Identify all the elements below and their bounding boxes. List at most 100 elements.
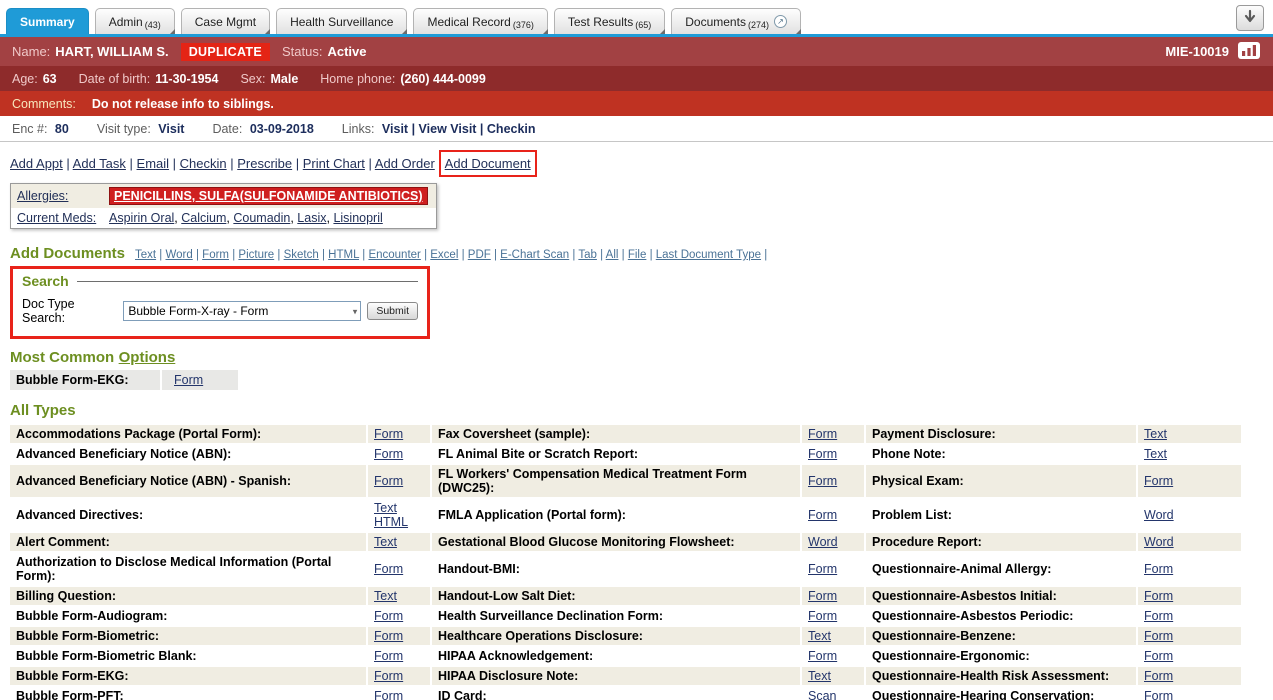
submit-button[interactable]: Submit: [367, 302, 418, 320]
tab-health-surveillance[interactable]: Health Surveillance: [276, 8, 407, 34]
add-doc-link-pdf[interactable]: PDF: [468, 249, 491, 261]
action-link-add-task[interactable]: Add Task: [73, 156, 126, 171]
separator: |: [63, 156, 73, 171]
visit-type-pair: Visit type: Visit: [97, 122, 185, 136]
encounter-link-view-visit[interactable]: View Visit: [419, 122, 477, 136]
add-doc-link-word[interactable]: Word: [166, 249, 193, 261]
doc-link-form[interactable]: Form: [374, 649, 403, 663]
tab-medical-record[interactable]: Medical Record(376): [413, 8, 547, 34]
doc-link-form[interactable]: Form: [374, 562, 403, 576]
med-link-lasix[interactable]: Lasix: [297, 211, 326, 225]
separator: |: [193, 249, 202, 261]
doc-link-form[interactable]: Form: [374, 474, 403, 488]
add-doc-link-tab[interactable]: Tab: [578, 249, 597, 261]
doc-link-form[interactable]: Form: [808, 508, 837, 522]
doc-link-text[interactable]: Text: [808, 629, 831, 643]
doc-type-label: Advanced Beneficiary Notice (ABN):: [10, 445, 368, 465]
add-doc-link-picture[interactable]: Picture: [238, 249, 274, 261]
doc-link-form[interactable]: Form: [1144, 474, 1173, 488]
add-doc-link-e-chart-scan[interactable]: E-Chart Scan: [500, 249, 569, 261]
doc-link-form[interactable]: Form: [374, 629, 403, 643]
add-doc-link-sketch[interactable]: Sketch: [284, 249, 319, 261]
med-link-calcium[interactable]: Calcium: [181, 211, 226, 225]
doc-link-form[interactable]: Form: [808, 609, 837, 623]
add-doc-link-html[interactable]: HTML: [328, 249, 359, 261]
allergy-value-link[interactable]: PENICILLINS, SULFA(SULFONAMIDE ANTIBIOTI…: [109, 187, 428, 205]
doc-link-word[interactable]: Word: [1144, 508, 1174, 522]
doc-link-form[interactable]: Form: [1144, 689, 1173, 700]
action-link-checkin[interactable]: Checkin: [180, 156, 227, 171]
tab-summary[interactable]: Summary: [6, 8, 89, 34]
doc-link-form[interactable]: Form: [808, 562, 837, 576]
dob-value: 11-30-1954: [155, 72, 218, 86]
tab-documents[interactable]: Documents(274)↗: [671, 8, 801, 34]
popout-icon[interactable]: ↗: [774, 15, 787, 28]
action-link-add-document[interactable]: Add Document: [445, 156, 531, 171]
doc-link-form[interactable]: Form: [1144, 629, 1173, 643]
encounter-link-visit[interactable]: Visit: [382, 122, 408, 136]
action-link-add-appt[interactable]: Add Appt: [10, 156, 63, 171]
doc-link-form[interactable]: Form: [1144, 562, 1173, 576]
doc-type-label: Physical Exam:: [866, 465, 1138, 499]
tab-test-results[interactable]: Test Results(65): [554, 8, 665, 34]
doc-type-label: Bubble Form-Audiogram:: [10, 607, 368, 627]
action-link-email[interactable]: Email: [137, 156, 170, 171]
doc-type-label: Bubble Form-PFT:: [10, 687, 368, 700]
doc-type-table: Accommodations Package (Portal Form):For…: [10, 425, 1243, 700]
med-link-coumadin[interactable]: Coumadin: [233, 211, 290, 225]
add-doc-link-all[interactable]: All: [606, 249, 619, 261]
doc-type-label: Questionnaire-Animal Allergy:: [866, 553, 1138, 587]
doc-link-form[interactable]: Form: [1144, 649, 1173, 663]
add-doc-link-excel[interactable]: Excel: [430, 249, 458, 261]
med-link-aspirin-oral[interactable]: Aspirin Oral: [109, 211, 174, 225]
encounter-link-checkin[interactable]: Checkin: [487, 122, 536, 136]
doc-type-actions: Form: [802, 587, 866, 607]
doc-link-form[interactable]: Form: [374, 427, 403, 441]
doc-link-scan[interactable]: Scan: [808, 689, 837, 700]
med-link-lisinopril[interactable]: Lisinopril: [333, 211, 382, 225]
add-doc-link-file[interactable]: File: [628, 249, 647, 261]
add-doc-link-last-document-type[interactable]: Last Document Type: [656, 249, 761, 261]
add-documents-header: Add Documents Text | Word | Form | Pictu…: [10, 245, 1263, 262]
doc-link-form[interactable]: Form: [808, 649, 837, 663]
doc-type-search-input[interactable]: [123, 301, 361, 321]
action-link-print-chart[interactable]: Print Chart: [303, 156, 365, 171]
add-doc-link-text[interactable]: Text: [135, 249, 156, 261]
collapse-panel-button[interactable]: [1236, 5, 1264, 31]
doc-link-html[interactable]: HTML: [374, 515, 408, 529]
doc-link-word[interactable]: Word: [1144, 535, 1174, 549]
tab-case-mgmt[interactable]: Case Mgmt: [181, 8, 270, 34]
doc-link-word[interactable]: Word: [808, 535, 838, 549]
add-doc-link-form[interactable]: Form: [202, 249, 229, 261]
doc-link-form[interactable]: Form: [808, 589, 837, 603]
doc-link-text[interactable]: Text: [374, 589, 397, 603]
doc-type-actions: Form: [1138, 587, 1243, 607]
doc-link-form[interactable]: Form: [174, 373, 203, 387]
doc-link-text[interactable]: Text: [1144, 447, 1167, 461]
doc-link-form[interactable]: Form: [1144, 589, 1173, 603]
doc-link-form[interactable]: Form: [808, 427, 837, 441]
all-types-section: All Types Accommodations Package (Portal…: [10, 402, 1263, 700]
doc-link-text[interactable]: Text: [374, 535, 397, 549]
options-link[interactable]: Options: [119, 349, 176, 366]
doc-link-form[interactable]: Form: [1144, 669, 1173, 683]
doc-link-text[interactable]: Text: [808, 669, 831, 683]
doc-link-form[interactable]: Form: [808, 474, 837, 488]
doc-link-form[interactable]: Form: [1144, 609, 1173, 623]
doc-type-actions: Scan: [802, 687, 866, 700]
doc-link-text[interactable]: Text: [1144, 427, 1167, 441]
add-doc-link-encounter[interactable]: Encounter: [368, 249, 420, 261]
tab-count: (65): [635, 20, 651, 30]
doc-link-form[interactable]: Form: [808, 447, 837, 461]
doc-link-text[interactable]: Text: [374, 501, 397, 515]
doc-link-form[interactable]: Form: [374, 689, 403, 700]
action-link-add-order[interactable]: Add Order: [375, 156, 435, 171]
doc-link-form[interactable]: Form: [374, 447, 403, 461]
doc-link-form[interactable]: Form: [374, 609, 403, 623]
tab-admin[interactable]: Admin(43): [95, 8, 175, 34]
doc-link-form[interactable]: Form: [374, 669, 403, 683]
current-meds-link[interactable]: Current Meds:: [17, 211, 109, 225]
flowsheet-chart-icon[interactable]: [1237, 41, 1261, 63]
action-link-prescribe[interactable]: Prescribe: [237, 156, 292, 171]
allergies-link[interactable]: Allergies:: [17, 189, 109, 203]
